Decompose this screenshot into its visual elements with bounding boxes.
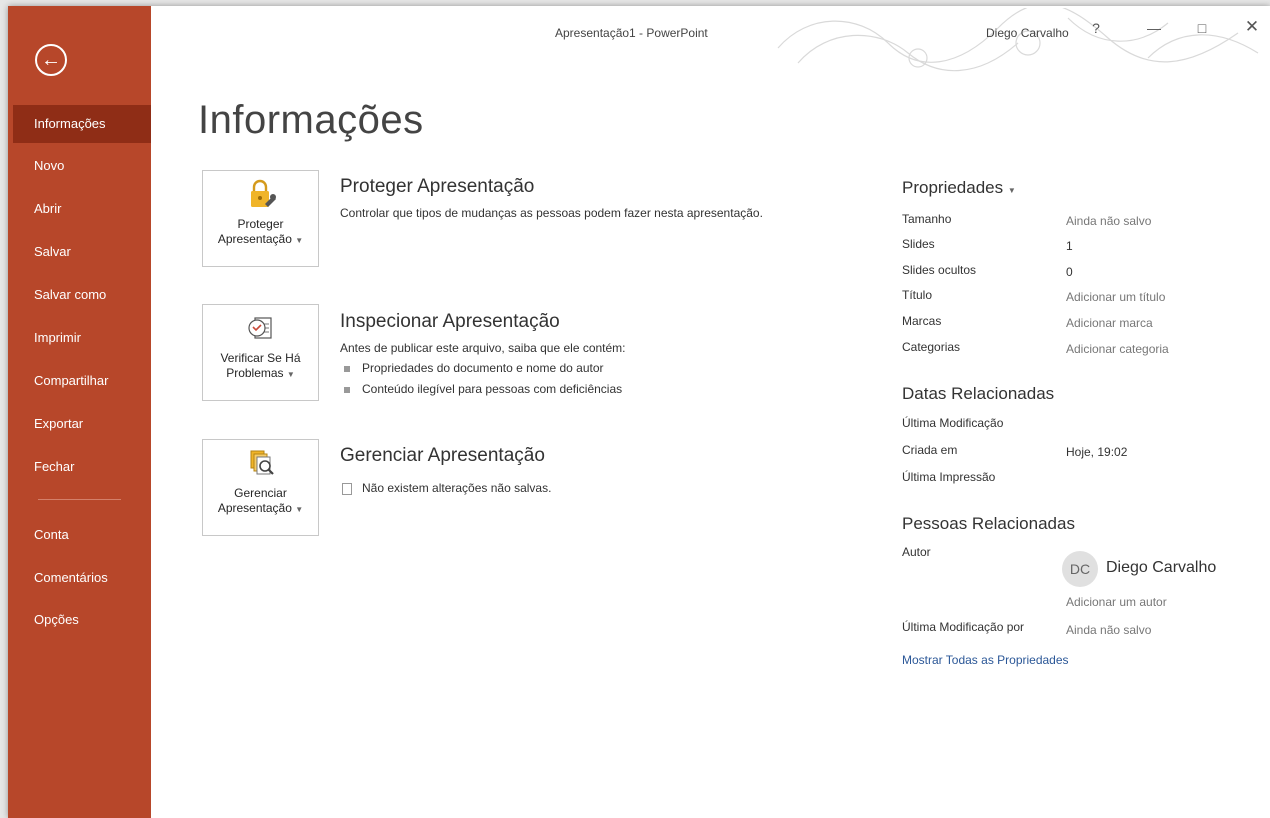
- page-title: Informações: [198, 98, 424, 142]
- nav-item-salvar[interactable]: Salvar: [8, 233, 151, 271]
- close-icon[interactable]: ✕: [1238, 17, 1266, 37]
- prop-label-size: Tamanho: [902, 212, 952, 226]
- maximize-icon[interactable]: □: [1188, 20, 1216, 36]
- sidebar-divider: [38, 499, 121, 500]
- bullet-icon: [344, 365, 350, 372]
- chevron-down-icon: ▼: [1007, 186, 1016, 195]
- bullet-icon: [344, 386, 350, 393]
- prop-value-hidden-slides: 0: [1066, 265, 1073, 279]
- manage-button-label-2: Apresentação: [217, 501, 292, 515]
- check-issues-label-1: Verificar Se Há: [220, 351, 301, 365]
- nav-item-abrir[interactable]: Abrir: [8, 190, 151, 228]
- nav-item-imprimir[interactable]: Imprimir: [8, 319, 151, 357]
- inspect-bullet-text: Conteúdo ilegível para pessoas com defic…: [362, 382, 623, 396]
- related-people-title: Pessoas Relacionadas: [902, 514, 1075, 533]
- prop-label-title: Título: [902, 288, 933, 302]
- account-user-name[interactable]: Diego Carvalho: [986, 26, 1069, 40]
- minimize-icon[interactable]: —: [1140, 20, 1168, 36]
- date-label-printed: Última Impressão: [902, 470, 996, 484]
- window-title: Apresentação1 - PowerPoint: [555, 26, 708, 40]
- nav-item-fechar[interactable]: Fechar: [8, 448, 151, 486]
- date-label-created: Criada em: [902, 443, 958, 457]
- prop-label-categories: Categorias: [902, 340, 961, 354]
- protect-button-label-2: Apresentação: [217, 232, 292, 246]
- manage-section-row: Não existem alterações não salvas.: [342, 481, 551, 495]
- nav-item-conta[interactable]: Conta: [8, 516, 151, 554]
- help-icon[interactable]: ?: [1082, 20, 1110, 36]
- inspect-bullet-text: Propriedades do documento e nome do auto…: [362, 361, 604, 375]
- lock-key-icon: [251, 179, 276, 207]
- backstage-sidebar: ← Informações Novo Abrir Salvar Salvar c…: [8, 6, 151, 818]
- manage-section-title: Gerenciar Apresentação: [340, 445, 545, 466]
- check-issues-button[interactable]: Verificar Se Há Problemas ▼: [202, 304, 319, 401]
- manage-button-label-1: Gerenciar: [234, 486, 287, 500]
- prop-value-size: Ainda não salvo: [1066, 214, 1152, 228]
- prop-label-hidden-slides: Slides ocultos: [902, 263, 977, 277]
- avatar: DC: [1062, 551, 1098, 587]
- properties-title: Propriedades: [902, 178, 1004, 197]
- inspect-section-title: Inspecionar Apresentação: [340, 311, 560, 332]
- manage-section-desc: Não existem alterações não salvas.: [362, 481, 552, 495]
- manage-versions-icon: [250, 450, 274, 475]
- nav-item-exportar[interactable]: Exportar: [8, 405, 151, 443]
- prop-value-categories[interactable]: Adicionar categoria: [1066, 342, 1169, 356]
- chevron-down-icon: ▼: [295, 505, 304, 514]
- inspect-document-icon: [248, 317, 272, 339]
- check-issues-label-2: Problemas: [226, 366, 284, 380]
- nav-item-comentarios[interactable]: Comentários: [8, 559, 151, 597]
- show-all-properties-link[interactable]: Mostrar Todas as Propriedades: [902, 653, 1069, 667]
- modified-by-value: Ainda não salvo: [1066, 623, 1152, 637]
- protect-button-label-1: Proteger: [237, 217, 284, 231]
- nav-item-novo[interactable]: Novo: [8, 147, 151, 185]
- nav-item-informacoes[interactable]: Informações: [13, 105, 151, 143]
- protect-section-desc: Controlar que tipos de mudanças as pesso…: [340, 206, 763, 220]
- chevron-down-icon: ▼: [295, 236, 304, 245]
- prop-value-title[interactable]: Adicionar um título: [1066, 290, 1165, 304]
- date-label-modified: Última Modificação: [902, 416, 1004, 430]
- modified-by-label: Última Modificação por: [902, 620, 1025, 634]
- prop-label-slides: Slides: [902, 237, 935, 251]
- document-icon: [342, 482, 352, 495]
- back-arrow-icon[interactable]: ←: [35, 44, 67, 76]
- properties-header[interactable]: Propriedades ▼: [902, 178, 1016, 198]
- backstage-window: ← Informações Novo Abrir Salvar Salvar c…: [8, 6, 1270, 818]
- author-name[interactable]: Diego Carvalho: [1106, 559, 1216, 577]
- date-value-created: Hoje, 19:02: [1066, 445, 1128, 459]
- inspect-bullet-item: Propriedades do documento e nome do auto…: [344, 361, 604, 375]
- title-bar-decoration: [777, 8, 1259, 72]
- prop-label-tags: Marcas: [902, 314, 942, 328]
- inspect-bullet-item: Conteúdo ilegível para pessoas com defic…: [344, 382, 622, 396]
- manage-presentation-button[interactable]: Gerenciar Apresentação ▼: [202, 439, 319, 536]
- add-author-link[interactable]: Adicionar um autor: [1066, 595, 1167, 609]
- nav-item-salvar-como[interactable]: Salvar como: [8, 276, 151, 314]
- nav-item-opcoes[interactable]: Opções: [8, 601, 151, 639]
- inspect-section-desc: Antes de publicar este arquivo, saiba qu…: [340, 341, 626, 355]
- protect-presentation-button[interactable]: Proteger Apresentação ▼: [202, 170, 319, 267]
- nav-item-compartilhar[interactable]: Compartilhar: [8, 362, 151, 400]
- prop-value-slides: 1: [1066, 239, 1073, 253]
- related-dates-title: Datas Relacionadas: [902, 384, 1055, 403]
- author-label: Autor: [902, 545, 931, 559]
- chevron-down-icon: ▼: [286, 370, 295, 379]
- protect-section-title: Proteger Apresentação: [340, 176, 535, 197]
- prop-value-tags[interactable]: Adicionar marca: [1066, 316, 1153, 330]
